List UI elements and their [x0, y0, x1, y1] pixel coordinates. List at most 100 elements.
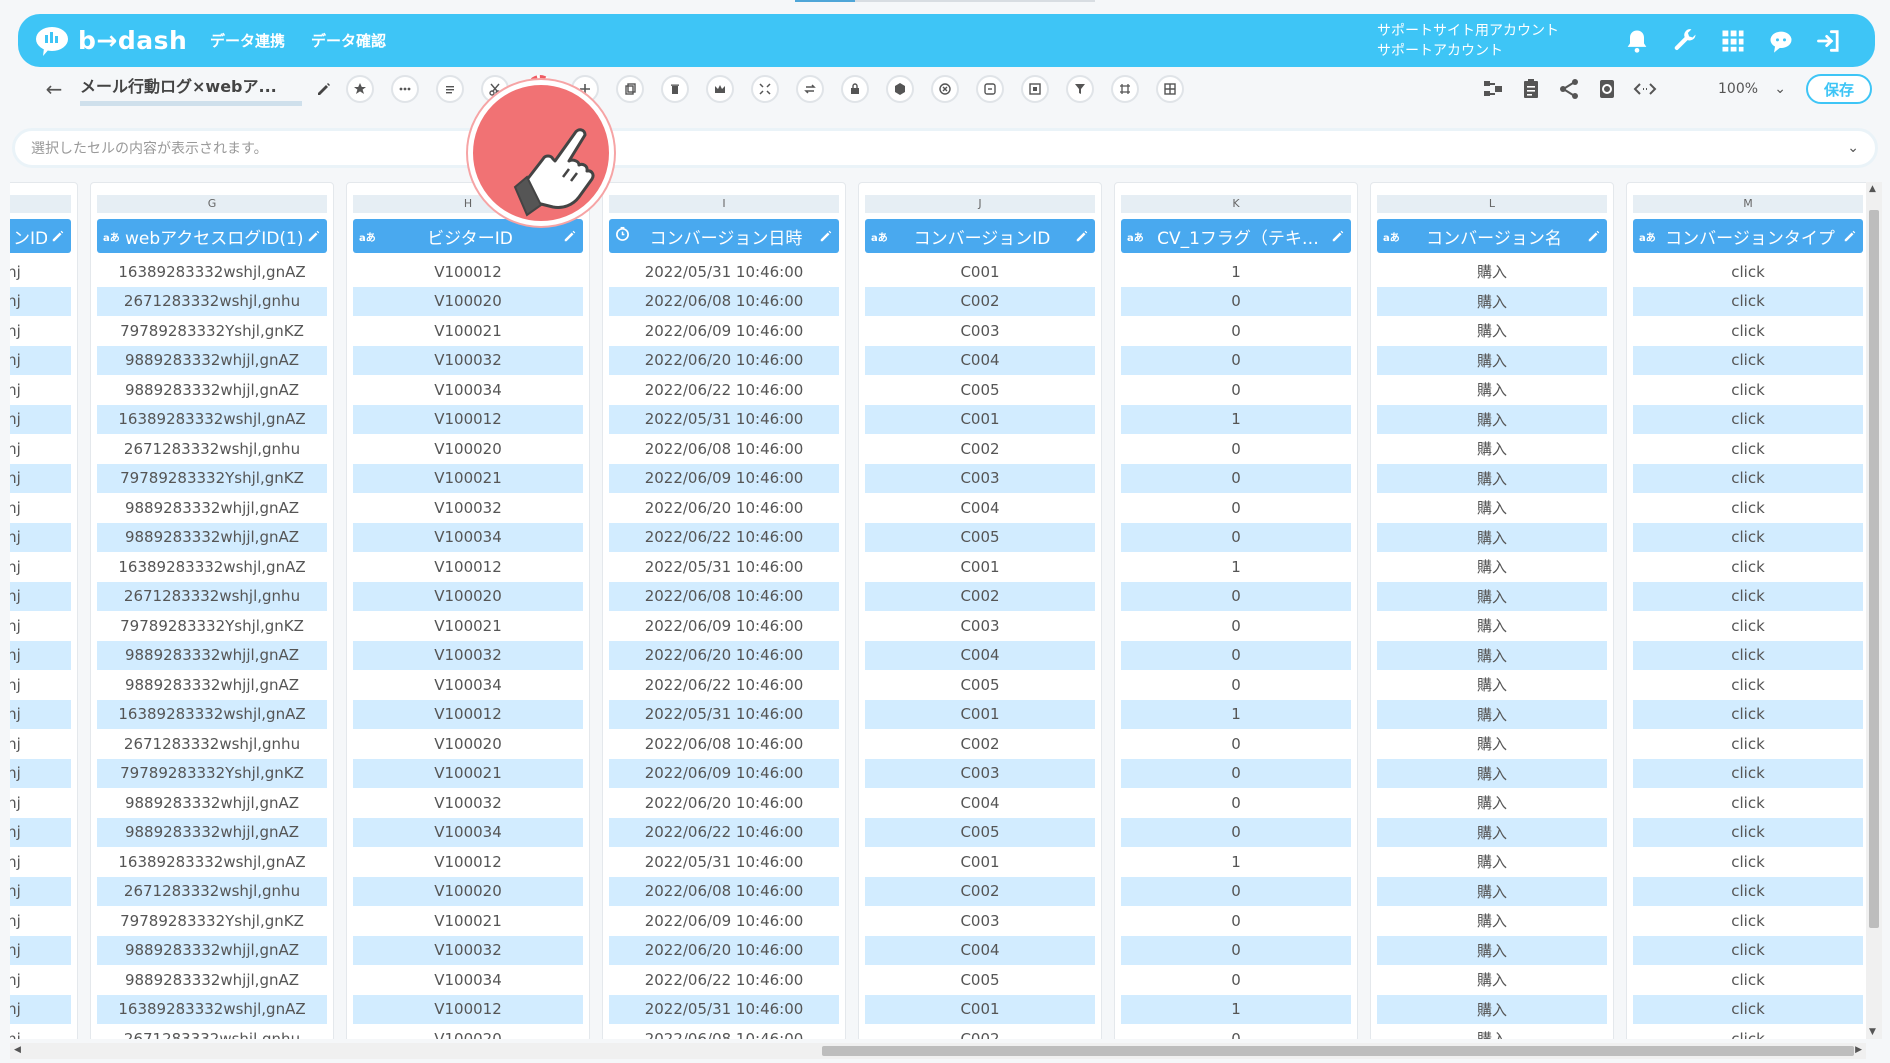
lock-icon[interactable] — [841, 75, 869, 103]
table-cell[interactable]: 9889283332whjjl,gnAZ — [97, 375, 327, 405]
star-icon[interactable] — [346, 75, 374, 103]
table-cell[interactable]: click — [1633, 935, 1863, 965]
table-cell[interactable]: 0 — [1121, 817, 1351, 847]
table-cell[interactable]: C003 — [865, 906, 1095, 936]
table-cell[interactable]: C005 — [865, 375, 1095, 405]
table-cell[interactable]: C002 — [865, 1024, 1095, 1039]
table-cell[interactable]: V100034 — [353, 375, 583, 405]
table-cell[interactable]: C003 — [865, 758, 1095, 788]
table-cell[interactable]: lhj — [10, 670, 71, 700]
table-cell[interactable]: 1 — [1121, 552, 1351, 582]
table-cell[interactable]: 2022/05/31 10:46:00 — [609, 994, 839, 1024]
table-cell[interactable]: 購入 — [1377, 345, 1607, 375]
column-letter[interactable]: G — [97, 195, 327, 213]
table-cell[interactable]: 購入 — [1377, 404, 1607, 434]
table-cell[interactable]: V100034 — [353, 965, 583, 995]
table-cell[interactable]: C001 — [865, 699, 1095, 729]
horizontal-scrollbar[interactable]: ◀ ▶ — [10, 1043, 1866, 1059]
table-cell[interactable]: 購入 — [1377, 611, 1607, 641]
pencil-icon[interactable] — [1583, 229, 1601, 243]
nav-data-integration[interactable]: データ連携 — [210, 30, 285, 51]
table-cell[interactable]: C002 — [865, 581, 1095, 611]
table-cell[interactable]: 2022/06/09 10:46:00 — [609, 463, 839, 493]
table-cell[interactable]: click — [1633, 847, 1863, 877]
pencil-icon[interactable] — [559, 229, 577, 243]
scroll-up-icon[interactable]: ▲ — [1869, 184, 1876, 194]
table-cell[interactable]: V100032 — [353, 345, 583, 375]
table-cell[interactable]: 16389283332wshjl,gnAZ — [97, 994, 327, 1024]
table-cell[interactable]: lhj — [10, 345, 71, 375]
column-letter[interactable]: I — [609, 195, 839, 213]
table-cell[interactable]: lhj — [10, 375, 71, 405]
table-cell[interactable]: 1 — [1121, 847, 1351, 877]
table-cell[interactable]: lhj — [10, 404, 71, 434]
chat-icon[interactable] — [1757, 21, 1805, 61]
table-cell[interactable]: C002 — [865, 876, 1095, 906]
table-cell[interactable]: 購入 — [1377, 788, 1607, 818]
table-cell[interactable]: 2022/06/09 10:46:00 — [609, 611, 839, 641]
table-cell[interactable]: 2022/06/20 10:46:00 — [609, 788, 839, 818]
table-cell[interactable]: 9889283332whjjl,gnAZ — [97, 965, 327, 995]
table-cell[interactable]: C005 — [865, 817, 1095, 847]
column-letter[interactable]: L — [1377, 195, 1607, 213]
table-cell[interactable]: C001 — [865, 994, 1095, 1024]
table-cell[interactable]: click — [1633, 906, 1863, 936]
table-cell[interactable]: 2022/06/08 10:46:00 — [609, 1024, 839, 1039]
table-cell[interactable]: 2022/05/31 10:46:00 — [609, 404, 839, 434]
table-cell[interactable]: lhj — [10, 758, 71, 788]
table-cell[interactable]: 16389283332wshjl,gnAZ — [97, 552, 327, 582]
table-cell[interactable]: V100012 — [353, 994, 583, 1024]
expand-icon[interactable] — [751, 75, 779, 103]
graph-icon[interactable] — [1474, 74, 1512, 104]
table-cell[interactable]: 1 — [1121, 994, 1351, 1024]
frame-icon[interactable] — [1021, 75, 1049, 103]
table-cell[interactable]: lhj — [10, 493, 71, 523]
table-cell[interactable]: 79789283332Yshjl,gnKZ — [97, 906, 327, 936]
cube-icon[interactable] — [886, 75, 914, 103]
table-cell[interactable]: 購入 — [1377, 493, 1607, 523]
table-cell[interactable]: C002 — [865, 434, 1095, 464]
scroll-down-icon[interactable]: ▼ — [1869, 1027, 1876, 1037]
chevron-down-icon[interactable]: ⌄ — [1847, 140, 1859, 156]
table-cell[interactable]: C002 — [865, 729, 1095, 759]
table-cell[interactable]: V100012 — [353, 699, 583, 729]
table-cell[interactable]: V100021 — [353, 316, 583, 346]
table-cell[interactable]: click — [1633, 316, 1863, 346]
table-cell[interactable]: lhj — [10, 788, 71, 818]
table-cell[interactable]: V100020 — [353, 434, 583, 464]
table-cell[interactable]: lhj — [10, 257, 71, 287]
list-icon[interactable] — [436, 75, 464, 103]
table-cell[interactable]: 0 — [1121, 965, 1351, 995]
table-cell[interactable]: click — [1633, 994, 1863, 1024]
table-cell[interactable]: 2671283332wshjl,gnhu — [97, 581, 327, 611]
table-cell[interactable]: 2022/06/08 10:46:00 — [609, 286, 839, 316]
vertical-scrollbar[interactable]: ▲ ▼ — [1866, 182, 1882, 1039]
column-header[interactable]: コンバージョン日時 — [609, 219, 839, 253]
table-cell[interactable]: V100034 — [353, 522, 583, 552]
column-header[interactable]: aあ コンバージョン名 — [1377, 219, 1607, 253]
table-cell[interactable]: 0 — [1121, 640, 1351, 670]
table-cell[interactable]: 購入 — [1377, 994, 1607, 1024]
table-cell[interactable]: 2022/05/31 10:46:00 — [609, 699, 839, 729]
table-cell[interactable]: C001 — [865, 847, 1095, 877]
zoom-select[interactable]: 100% ⌄ — [1684, 73, 1796, 105]
table-cell[interactable]: lhj — [10, 817, 71, 847]
table-cell[interactable]: 2671283332wshjl,gnhu — [97, 876, 327, 906]
wrench-icon[interactable] — [1661, 21, 1709, 61]
table-cell[interactable]: 0 — [1121, 581, 1351, 611]
table-cell[interactable]: V100020 — [353, 286, 583, 316]
table-cell[interactable]: 2022/06/22 10:46:00 — [609, 670, 839, 700]
table-cell[interactable]: 0 — [1121, 758, 1351, 788]
table-cell[interactable]: 16389283332wshjl,gnAZ — [97, 257, 327, 287]
table-cell[interactable]: 2022/06/22 10:46:00 — [609, 522, 839, 552]
column-header[interactable]: aあ コンバージョンID — [865, 219, 1095, 253]
column-letter[interactable]: K — [1121, 195, 1351, 213]
table-cell[interactable]: 0 — [1121, 493, 1351, 523]
table-cell[interactable]: 2022/06/22 10:46:00 — [609, 817, 839, 847]
table-cell[interactable]: 2022/06/08 10:46:00 — [609, 729, 839, 759]
table-cell[interactable]: click — [1633, 404, 1863, 434]
table-cell[interactable]: 0 — [1121, 375, 1351, 405]
table-cell[interactable]: lhj — [10, 729, 71, 759]
table-cell[interactable]: 購入 — [1377, 375, 1607, 405]
table-cell[interactable]: click — [1633, 581, 1863, 611]
